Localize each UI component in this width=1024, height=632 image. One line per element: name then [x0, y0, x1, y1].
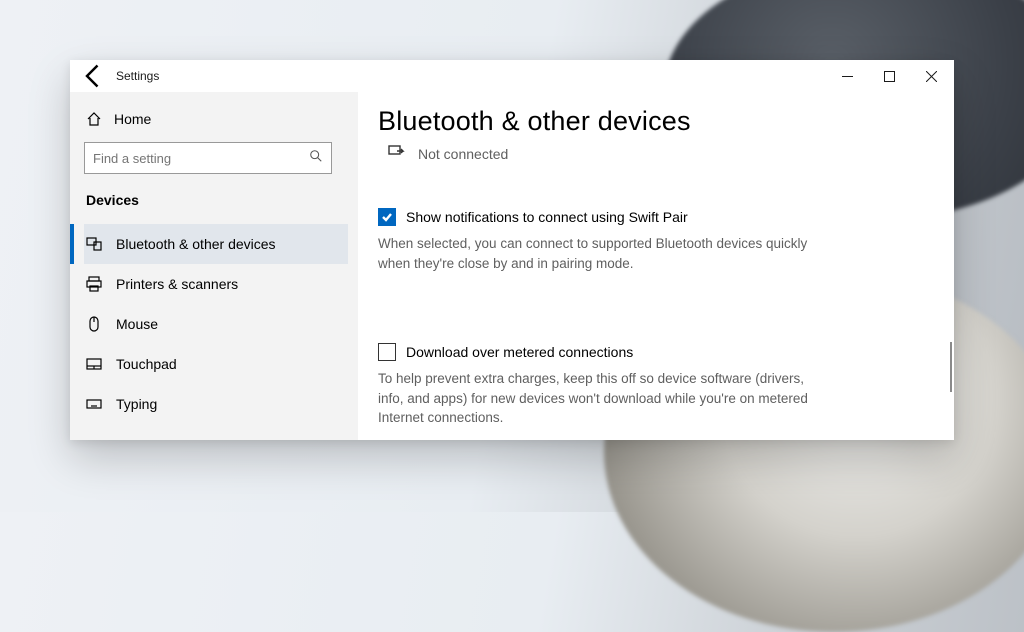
- metered-checkbox[interactable]: [378, 343, 396, 361]
- content-pane: Bluetooth & other devices Not connected …: [358, 92, 954, 440]
- minimize-button[interactable]: [826, 61, 868, 91]
- page-title: Bluetooth & other devices: [378, 106, 928, 137]
- scrollbar[interactable]: [950, 342, 952, 392]
- sidebar-item-touchpad[interactable]: Touchpad: [84, 344, 348, 384]
- sidebar-home-label: Home: [114, 111, 151, 127]
- back-button[interactable]: [80, 62, 108, 90]
- sidebar-item-printers[interactable]: Printers & scanners: [84, 264, 348, 304]
- bluetooth-status-row: Not connected: [378, 143, 928, 164]
- printer-icon: [86, 276, 102, 292]
- device-status-icon: [388, 143, 406, 164]
- maximize-button[interactable]: [868, 61, 910, 91]
- sidebar-item-typing[interactable]: Typing: [84, 384, 348, 424]
- titlebar: Settings: [70, 60, 954, 92]
- close-button[interactable]: [910, 61, 952, 91]
- sidebar-item-label: Mouse: [116, 316, 158, 332]
- metered-help: To help prevent extra charges, keep this…: [378, 369, 833, 428]
- metered-option: Download over metered connections To hel…: [378, 343, 833, 428]
- metered-check-row[interactable]: Download over metered connections: [378, 343, 833, 361]
- sidebar-item-mouse[interactable]: Mouse: [84, 304, 348, 344]
- swift-pair-check-row[interactable]: Show notifications to connect using Swif…: [378, 208, 828, 226]
- home-icon: [86, 111, 102, 127]
- devices-icon: [86, 236, 102, 252]
- sidebar-item-label: Printers & scanners: [116, 276, 238, 292]
- swift-pair-label: Show notifications to connect using Swif…: [406, 209, 688, 225]
- mouse-icon: [86, 316, 102, 332]
- settings-window: Settings Home Device: [70, 60, 954, 440]
- swift-pair-option: Show notifications to connect using Swif…: [378, 208, 828, 273]
- window-title: Settings: [116, 69, 159, 83]
- sidebar-nav-list: Bluetooth & other devices Printers & sca…: [84, 224, 348, 424]
- sidebar-item-label: Bluetooth & other devices: [116, 236, 276, 252]
- search-input[interactable]: [93, 151, 309, 166]
- touchpad-icon: [86, 356, 102, 372]
- search-box[interactable]: [84, 142, 332, 174]
- metered-label: Download over metered connections: [406, 344, 633, 360]
- swift-pair-checkbox[interactable]: [378, 208, 396, 226]
- sidebar-item-label: Typing: [116, 396, 157, 412]
- sidebar-item-label: Touchpad: [116, 356, 177, 372]
- keyboard-icon: [86, 396, 102, 412]
- sidebar-category-header: Devices: [84, 192, 348, 208]
- sidebar-home[interactable]: Home: [84, 100, 348, 138]
- swift-pair-help: When selected, you can connect to suppor…: [378, 234, 828, 273]
- search-icon: [309, 149, 323, 168]
- bluetooth-status-text: Not connected: [418, 146, 508, 162]
- sidebar: Home Devices Bluetooth & other devices: [70, 92, 358, 440]
- sidebar-item-bluetooth[interactable]: Bluetooth & other devices: [84, 224, 348, 264]
